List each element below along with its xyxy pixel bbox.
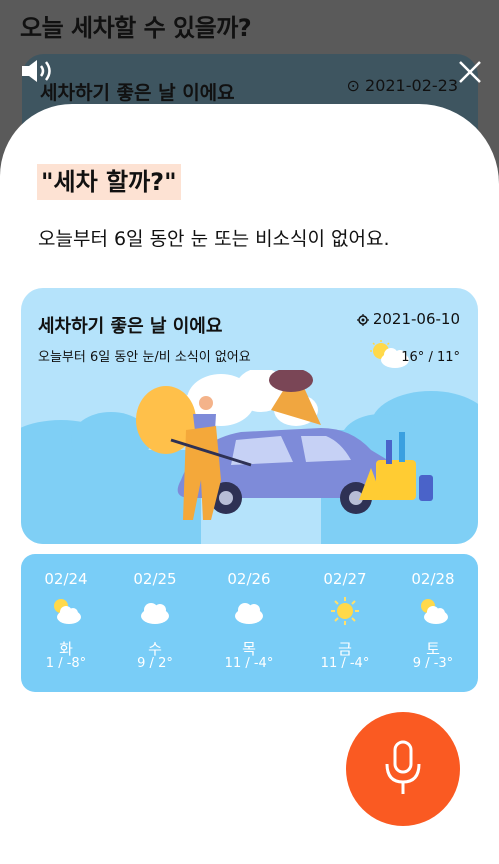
- weather-card-description: 오늘부터 6일 동안 눈/비 소식이 없어요: [38, 350, 251, 365]
- dialog-subtitle: 오늘부터 6일 동안 눈 또는 비소식이 없어요.: [38, 228, 390, 250]
- forecast-temp: 11 / -4°: [224, 656, 274, 671]
- location-icon: ⊙: [346, 76, 366, 95]
- cloudy-icon: [141, 603, 169, 624]
- forecast-date: 02/24: [44, 570, 88, 588]
- weather-card-title: 세차하기 좋은 날 이에요: [38, 316, 223, 337]
- weather-card-date: 2021-06-10: [356, 310, 460, 328]
- forecast-temp: 1 / -8°: [45, 656, 87, 671]
- forecast-temp: 9 / 2°: [137, 656, 173, 671]
- partly-cloudy-icon: [54, 599, 81, 624]
- weather-card-temperature: 16° / 11°: [401, 350, 460, 365]
- speaker-icon[interactable]: [20, 58, 56, 84]
- voice-input-button[interactable]: [346, 712, 460, 826]
- partly-cloudy-icon: [421, 599, 448, 624]
- sunny-icon: [331, 597, 359, 625]
- forecast-day: 02/26 목 11 / -4°: [214, 554, 284, 692]
- quote-heading: "세차 할까?": [37, 164, 181, 200]
- microphone-icon: [385, 740, 421, 794]
- forecast-temp: 9 / -3°: [412, 656, 454, 671]
- background-title: 오늘 세차할 수 있을까?: [20, 14, 252, 42]
- car-wash-illustration: [21, 370, 478, 544]
- background-card-date: ⊙ 2021-02-23: [346, 76, 458, 95]
- cloudy-icon: [235, 603, 263, 624]
- forecast-day: 02/27 금 11 / -4°: [310, 554, 380, 692]
- location-icon: [356, 314, 369, 326]
- forecast-day: 02/28 토 9 / -3°: [398, 554, 468, 692]
- weather-card: 세차하기 좋은 날 이에요 2021-06-10 오늘부터 6일 동안 눈/비 …: [21, 288, 478, 544]
- forecast-date: 02/25: [133, 570, 177, 588]
- forecast-date: 02/28: [411, 570, 455, 588]
- forecast-day: 02/24 화 1 / -8°: [31, 554, 101, 692]
- forecast-date: 02/27: [323, 570, 367, 588]
- forecast-date: 02/26: [227, 570, 271, 588]
- background-card-title: 세차하기 좋은 날 이에요: [40, 82, 235, 104]
- forecast-temp: 11 / -4°: [320, 656, 370, 671]
- close-icon[interactable]: [456, 58, 484, 86]
- forecast-panel: 02/24 화 1 / -8° 02/25 수 9 / 2° 02/26 목 1…: [21, 554, 478, 692]
- forecast-day: 02/25 수 9 / 2°: [120, 554, 190, 692]
